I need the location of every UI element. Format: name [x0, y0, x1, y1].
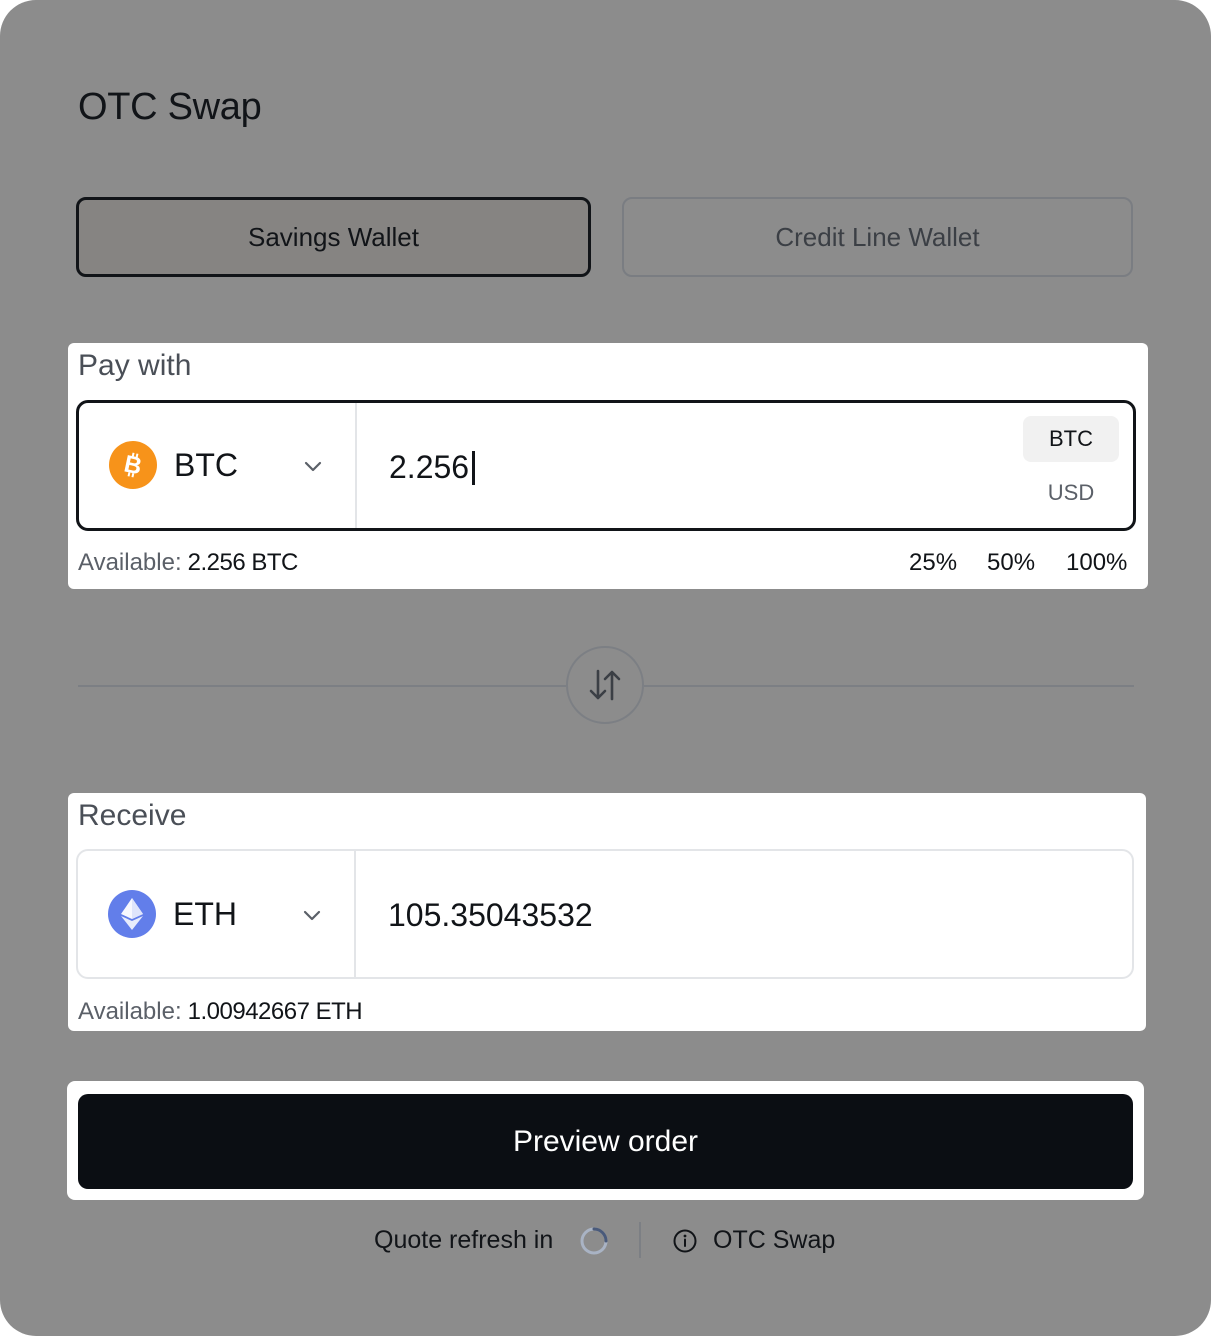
- percent-50-button[interactable]: 50%: [987, 549, 1035, 577]
- text-caret: [472, 450, 476, 485]
- tab-credit-line-wallet[interactable]: Credit Line Wallet: [622, 197, 1133, 277]
- unit-toggle-btc[interactable]: BTC: [1023, 416, 1119, 462]
- loading-spinner-icon: [580, 1227, 608, 1255]
- pay-available: Available: 2.256 BTC: [78, 549, 298, 577]
- receive-available-value: 1.00942667 ETH: [187, 998, 363, 1025]
- pay-amount-input[interactable]: 2.256: [389, 449, 476, 486]
- bitcoin-icon: B: [109, 441, 157, 489]
- info-icon[interactable]: [672, 1228, 698, 1254]
- pay-with-label: Pay with: [78, 349, 192, 382]
- percent-25-button[interactable]: 25%: [909, 549, 957, 577]
- divider-right: [644, 685, 1134, 687]
- chevron-down-icon: [302, 906, 322, 926]
- percent-100-button[interactable]: 100%: [1066, 549, 1127, 577]
- receive-asset-select[interactable]: ETH: [78, 851, 356, 977]
- otc-swap-info-label[interactable]: OTC Swap: [713, 1226, 835, 1255]
- receive-available: Available: 1.00942667 ETH: [78, 998, 363, 1026]
- page-title: OTC Swap: [78, 86, 262, 128]
- tab-savings-wallet[interactable]: Savings Wallet: [76, 197, 591, 277]
- preview-order-container: Preview order: [67, 1081, 1144, 1200]
- pay-amount-value: 2.256: [389, 449, 470, 485]
- receive-label: Receive: [78, 799, 187, 832]
- otc-swap-card: OTC Swap Savings Wallet Credit Line Wall…: [0, 0, 1211, 1336]
- swap-direction-button[interactable]: [566, 646, 644, 724]
- pay-with-panel: Pay with B BTC 2.256 BTC USD Available: …: [68, 343, 1148, 589]
- pay-available-label: Available:: [78, 549, 182, 576]
- unit-toggle-usd[interactable]: USD: [1023, 470, 1119, 516]
- footer-separator: [639, 1222, 641, 1258]
- pay-amount-field: B BTC 2.256 BTC USD: [76, 400, 1136, 531]
- pay-asset-name: BTC: [174, 447, 238, 483]
- receive-asset-name: ETH: [173, 896, 237, 932]
- receive-amount-field: ETH 105.35043532: [76, 849, 1134, 979]
- ethereum-icon: [108, 890, 156, 938]
- receive-panel: Receive ETH 105.35043532 Available: 1.009: [68, 793, 1146, 1031]
- quote-refresh-label: Quote refresh in: [374, 1226, 554, 1254]
- pay-asset-select[interactable]: B BTC: [79, 403, 357, 528]
- receive-amount-value[interactable]: 105.35043532: [388, 897, 593, 934]
- swap-arrows-icon: [589, 669, 621, 701]
- chevron-down-icon: [303, 457, 323, 477]
- pay-available-value: 2.256 BTC: [187, 549, 299, 576]
- preview-order-button[interactable]: Preview order: [78, 1094, 1133, 1189]
- receive-available-label: Available:: [78, 998, 182, 1025]
- divider-left: [78, 685, 566, 687]
